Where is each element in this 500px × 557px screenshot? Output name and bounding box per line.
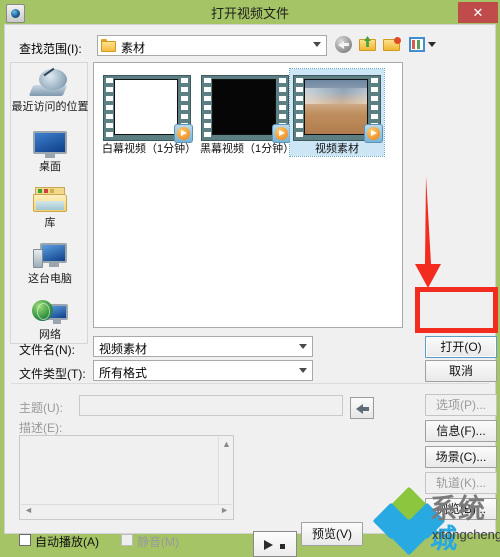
- recent-places-icon: [28, 67, 69, 99]
- checkbox-box: [19, 534, 31, 546]
- sidebar-item-desktop[interactable]: 桌面: [11, 131, 89, 173]
- watermark: 系统城 xitongcheng.com: [372, 486, 500, 556]
- file-name-label: 视频素材: [315, 143, 359, 155]
- description-textarea[interactable]: ▲▼ ◄►: [19, 435, 234, 520]
- up-folder-icon[interactable]: [359, 36, 377, 54]
- network-globe-icon: [32, 299, 68, 327]
- sidebar-item-network[interactable]: 网络: [11, 299, 89, 341]
- list-item[interactable]: 白幕视频（1分钟）: [100, 69, 197, 156]
- cancel-button[interactable]: 取消: [425, 360, 497, 382]
- play-badge-icon: [174, 124, 193, 143]
- sidebar-item-recent-places[interactable]: 最近访问的位置: [11, 67, 89, 113]
- open-button[interactable]: 打开(O): [425, 336, 497, 358]
- file-type-label-static: 文件类型(T):: [19, 367, 86, 381]
- checkbox-box: [121, 534, 133, 546]
- info-button[interactable]: 信息(F)...: [425, 420, 497, 442]
- autoplay-checkbox[interactable]: 自动播放(A): [19, 533, 99, 550]
- new-folder-icon[interactable]: [383, 36, 401, 54]
- file-list[interactable]: 白幕视频（1分钟） 黑幕视频（1分钟） 视频素材: [93, 62, 403, 328]
- mute-checkbox[interactable]: 静音(M): [121, 533, 179, 550]
- chevron-down-icon: [313, 42, 321, 47]
- places-sidebar: 最近访问的位置 桌面 库 这台电脑 网络: [10, 62, 89, 344]
- back-arrow-icon[interactable]: [335, 36, 353, 54]
- horizontal-scrollbar[interactable]: ◄ ►: [21, 504, 232, 518]
- computer-icon: [33, 243, 67, 271]
- chevron-down-icon: [299, 368, 307, 373]
- look-in-combobox[interactable]: 素材: [97, 35, 327, 56]
- look-in-value: 素材: [121, 41, 146, 55]
- sidebar-item-label: 网络: [39, 329, 61, 341]
- play-badge-icon: [364, 124, 383, 143]
- sidebar-item-label: 最近访问的位置: [11, 101, 89, 113]
- folder-icon: [101, 39, 116, 52]
- watermark-cn: 系统城: [430, 494, 486, 554]
- divider: [11, 383, 489, 384]
- down-arrow-annotation: [415, 176, 441, 288]
- video-thumbnail: [201, 75, 291, 143]
- transfer-back-button[interactable]: [350, 397, 374, 419]
- file-type-select[interactable]: 所有格式: [93, 360, 313, 381]
- open-video-file-dialog: 打开视频文件 ✕ 查找范围(I): 素材 最近访问的位置 桌面 库 这台电脑 网…: [0, 0, 500, 557]
- sidebar-item-label: 这台电脑: [28, 273, 72, 285]
- video-thumbnail: [103, 75, 193, 143]
- preview-button[interactable]: 预览(V): [301, 522, 363, 546]
- file-name-input[interactable]: 视频素材: [93, 336, 313, 357]
- mute-label: 静音(M): [137, 535, 179, 549]
- subject-label: 主题(U):: [19, 401, 63, 415]
- play-stop-button[interactable]: [253, 531, 297, 557]
- options-button[interactable]: 选项(P)...: [425, 394, 497, 416]
- file-name-label: 黑幕视频（1分钟）: [200, 143, 295, 155]
- file-type-value: 所有格式: [99, 366, 148, 380]
- libraries-folder-icon: [33, 187, 67, 215]
- sidebar-item-libraries[interactable]: 库: [11, 187, 89, 229]
- file-name-label: 白幕视频（1分钟）: [102, 143, 197, 155]
- file-name-label-static: 文件名(N):: [19, 343, 75, 357]
- open-button-highlight-box: [415, 287, 498, 333]
- play-badge-icon: [272, 124, 291, 143]
- watermark-en: xitongcheng.com: [432, 527, 500, 542]
- description-label: 描述(E):: [19, 421, 63, 435]
- window-title: 打开视频文件: [210, 6, 289, 21]
- file-name-value: 视频素材: [99, 342, 148, 356]
- navigation-toolbar: [335, 34, 445, 56]
- list-item-selected[interactable]: 视频素材: [289, 68, 385, 157]
- sidebar-item-this-pc[interactable]: 这台电脑: [11, 243, 89, 285]
- video-thumbnail: [293, 75, 383, 143]
- desktop-monitor-icon: [33, 131, 67, 159]
- look-in-label: 查找范围(I):: [19, 42, 82, 56]
- views-grid-icon[interactable]: [409, 36, 436, 54]
- title-bar: 打开视频文件 ✕: [0, 0, 500, 24]
- subject-input[interactable]: [79, 395, 343, 416]
- sidebar-item-label: 库: [44, 217, 56, 229]
- scene-button[interactable]: 场景(C)...: [425, 446, 497, 468]
- close-button[interactable]: ✕: [458, 2, 498, 23]
- list-item[interactable]: 黑幕视频（1分钟）: [198, 69, 295, 156]
- autoplay-label: 自动播放(A): [35, 535, 99, 549]
- sidebar-item-label: 桌面: [39, 161, 61, 173]
- play-triangle-icon: [264, 540, 273, 550]
- stop-square-icon: [280, 544, 285, 549]
- chevron-down-icon: [299, 344, 307, 349]
